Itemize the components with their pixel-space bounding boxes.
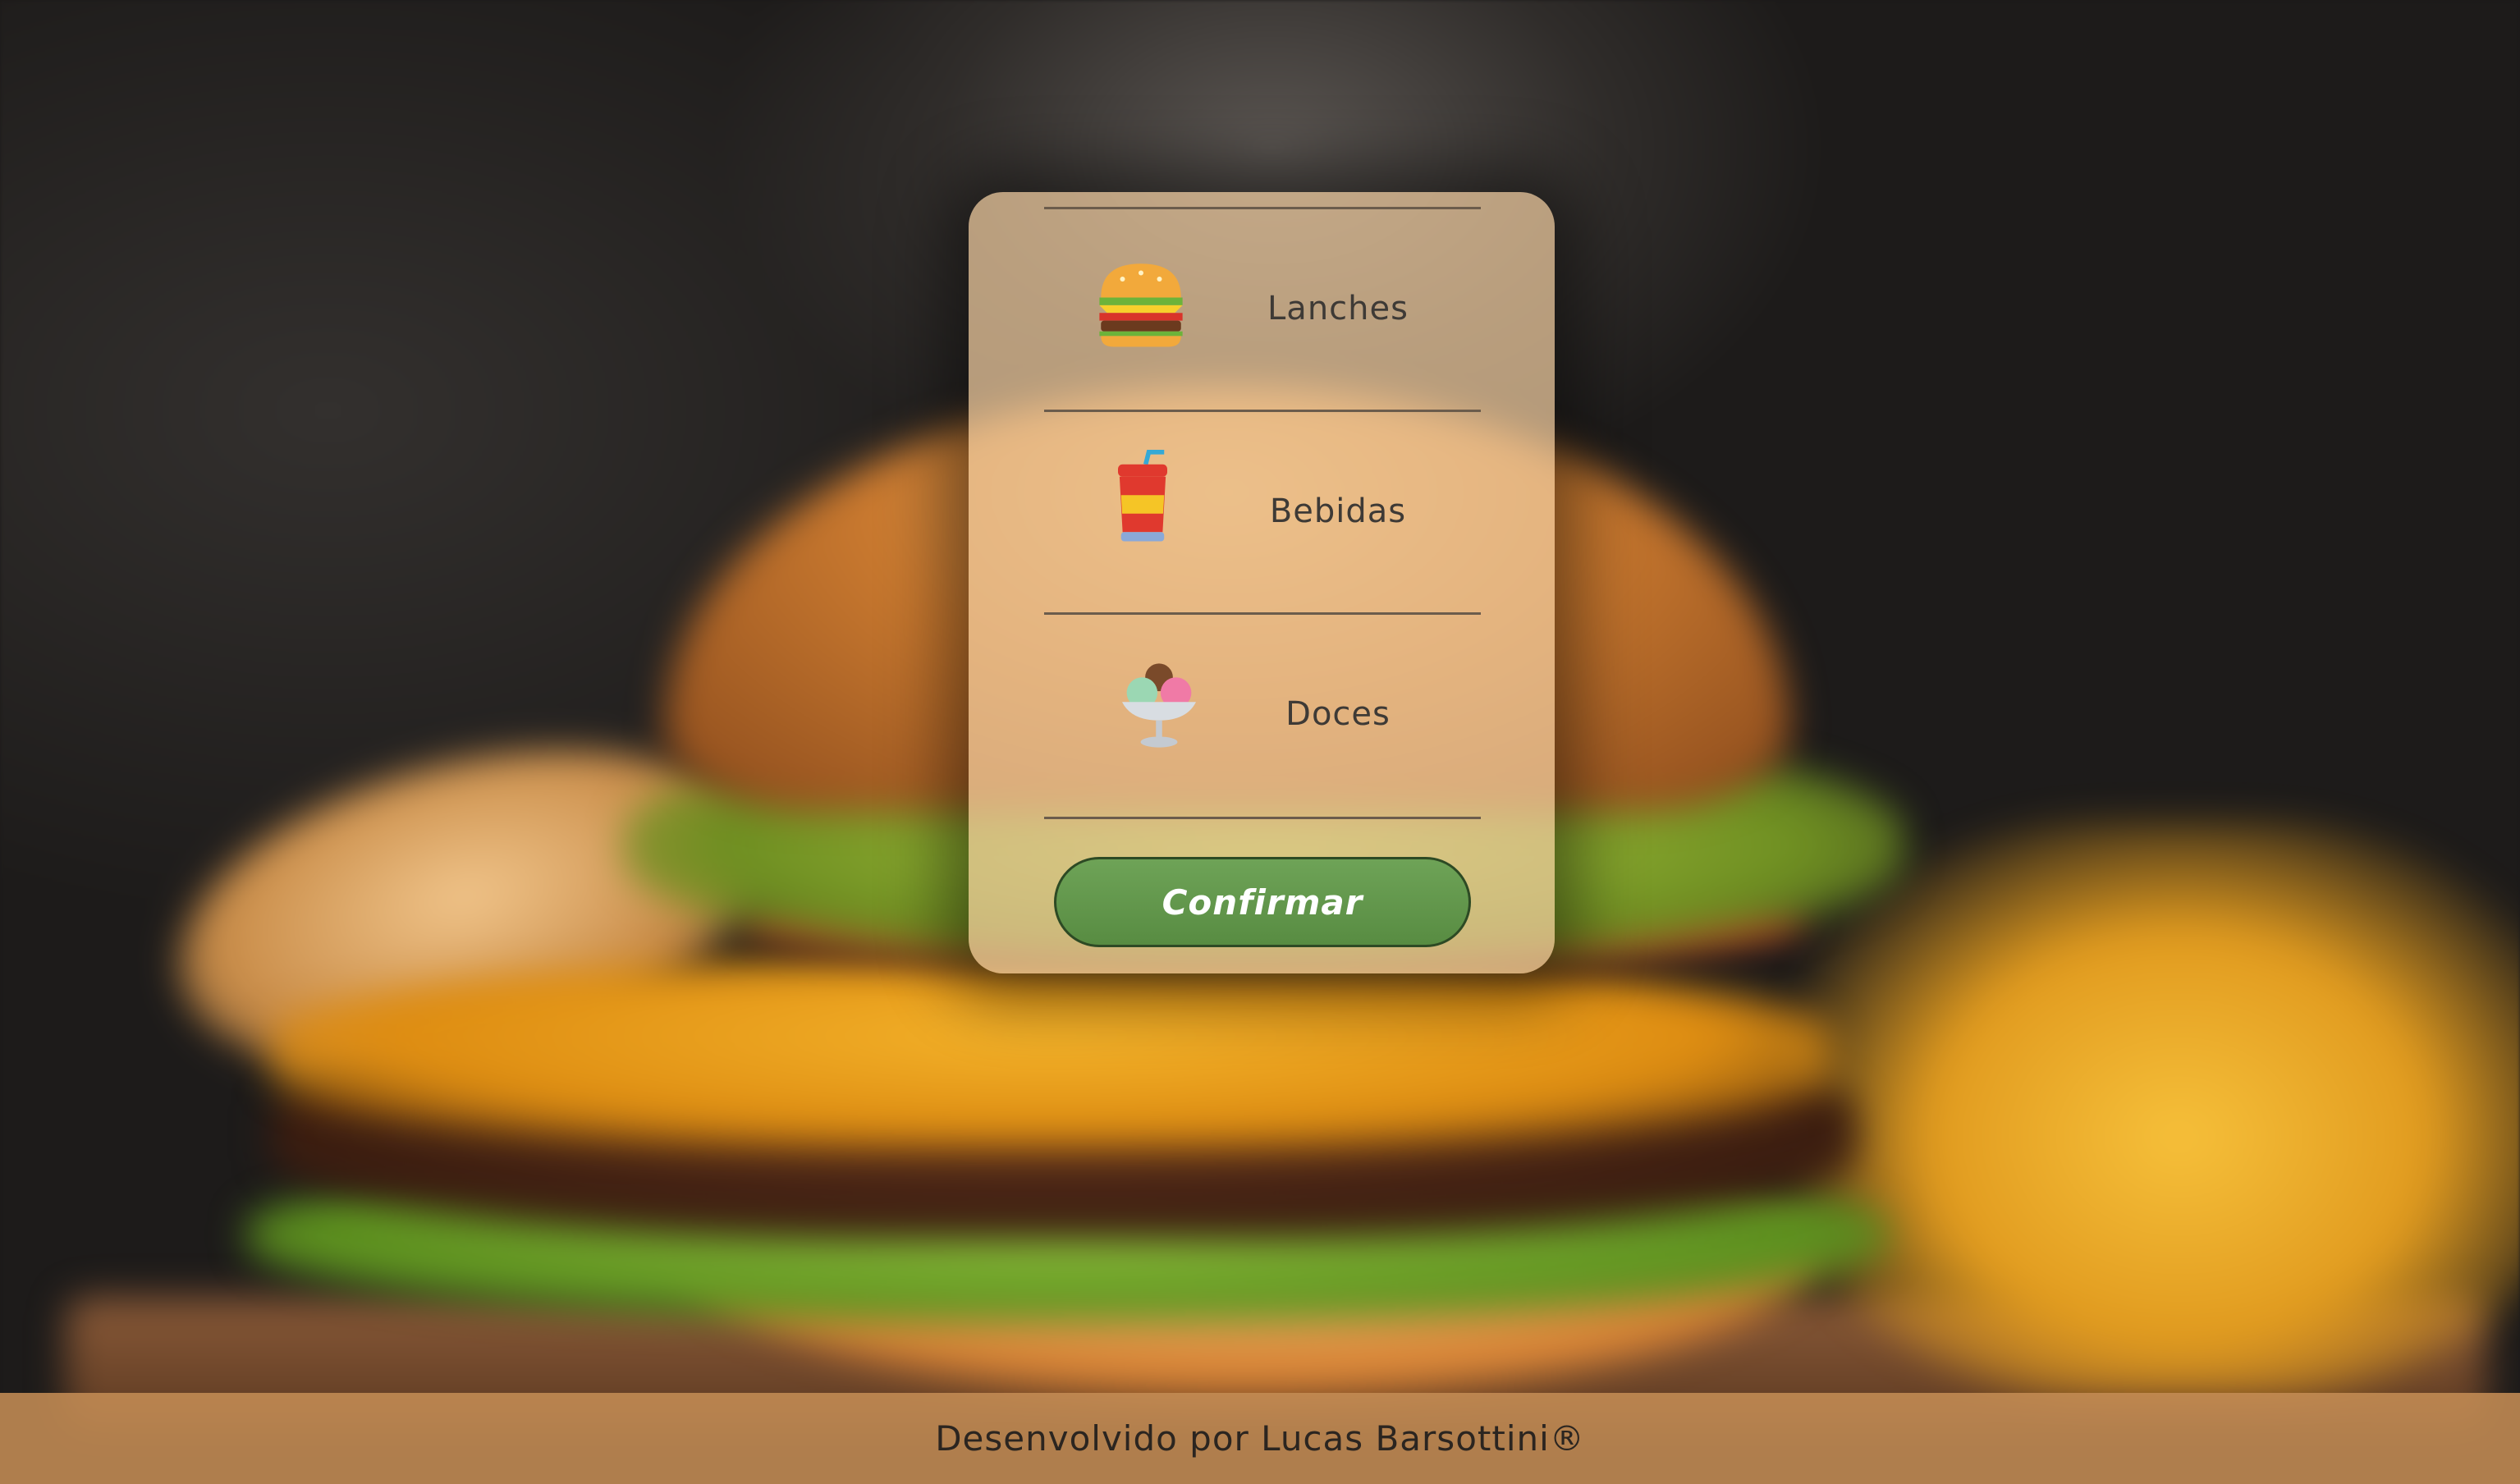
ice-cream-sundae-icon (1110, 656, 1208, 754)
confirm-button[interactable]: Confirmar (1054, 857, 1471, 947)
menu-card: Lanches Bebidas Doces Confirmar (969, 192, 1555, 973)
footer-credit: Desenvolvido por Lucas Barsottini® (935, 1418, 1585, 1459)
menu-item-label: Bebidas (1269, 492, 1407, 530)
menu-item-label: Doces (1285, 695, 1391, 733)
footer-bar: Desenvolvido por Lucas Barsottini® (0, 1393, 2520, 1484)
divider (1044, 817, 1481, 819)
menu-item-label: Lanches (1267, 290, 1409, 327)
menu-item-lanches[interactable]: Lanches (969, 209, 1555, 408)
soda-cup-icon (1093, 449, 1192, 547)
menu-item-bebidas[interactable]: Bebidas (969, 412, 1555, 611)
background-cheese (271, 960, 1830, 1149)
background-fries (1789, 821, 2520, 1395)
hamburger-icon (1092, 254, 1190, 353)
menu-item-doces[interactable]: Doces (969, 615, 1555, 813)
